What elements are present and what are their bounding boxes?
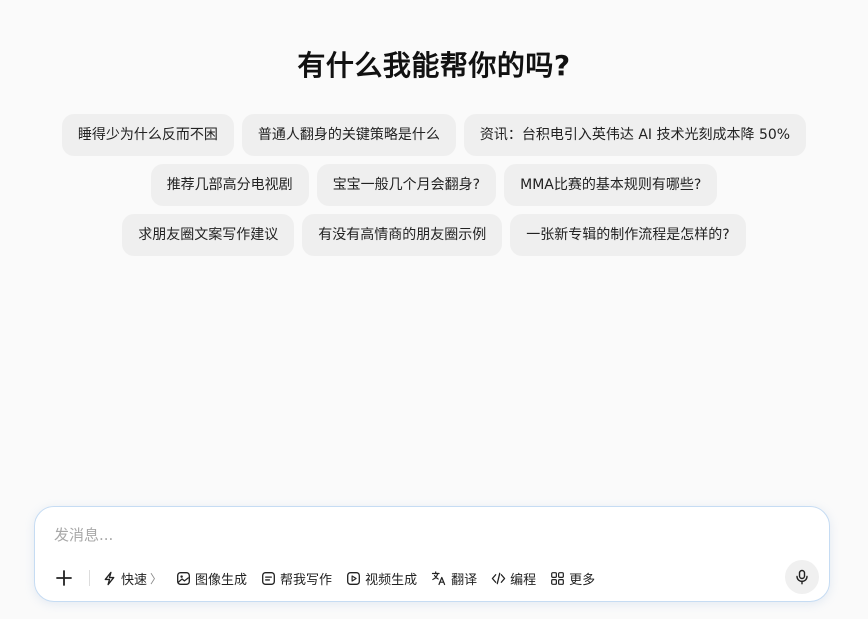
image-generation-button[interactable]: 图像生成: [176, 569, 247, 588]
plus-icon: [56, 570, 72, 586]
writing-assist-button[interactable]: 帮我写作: [261, 569, 332, 588]
suggestion-chip[interactable]: 一张新专辑的制作流程是怎样的?: [510, 214, 746, 256]
coding-button[interactable]: 编程: [491, 569, 536, 588]
chevron-right-icon: 〉: [150, 571, 163, 586]
lightning-icon: [104, 571, 115, 585]
voice-input-button[interactable]: [785, 560, 819, 594]
writing-assist-label: 帮我写作: [280, 572, 333, 588]
translate-button[interactable]: 翻译: [431, 569, 477, 588]
message-composer: 快速 〉 图像生成 帮我写作: [34, 506, 830, 602]
composer-toolbar: 快速 〉 图像生成 帮我写作 视频生成 翻译 编程 更多: [51, 565, 609, 591]
translate-icon: [431, 571, 446, 586]
coding-label: 编程: [510, 572, 537, 588]
video-generation-label: 视频生成: [365, 572, 418, 588]
suggestion-row: 推荐几部高分电视剧 宝宝一般几个月会翻身? MMA比赛的基本规则有哪些?: [0, 164, 868, 206]
image-icon: [177, 571, 190, 585]
suggestion-list: 睡得少为什么反而不困 普通人翻身的关键策略是什么 资讯：台积电引入英伟达 AI …: [0, 114, 868, 264]
suggestion-chip[interactable]: 普通人翻身的关键策略是什么: [241, 114, 456, 156]
grid-icon: [551, 571, 565, 585]
suggestion-row: 求朋友圈文案写作建议 有没有高情商的朋友圈示例 一张新专辑的制作流程是怎样的?: [0, 214, 868, 256]
more-tools-label: 更多: [569, 572, 596, 588]
page-title: 有什么我能帮你的吗?: [297, 49, 571, 82]
suggestion-row: 睡得少为什么反而不困 普通人翻身的关键策略是什么 资讯：台积电引入英伟达 AI …: [0, 114, 868, 156]
quick-mode-label: 快速: [121, 572, 148, 588]
suggestion-chip[interactable]: 推荐几部高分电视剧: [150, 164, 309, 206]
suggestion-chip[interactable]: 睡得少为什么反而不困: [61, 114, 234, 156]
message-input[interactable]: [52, 521, 756, 549]
quick-mode-button[interactable]: 快速 〉: [102, 569, 162, 588]
video-generation-button[interactable]: 视频生成: [346, 569, 417, 588]
code-icon: [491, 572, 506, 584]
document-icon: [262, 571, 276, 585]
suggestion-chip[interactable]: 资讯：台积电引入英伟达 AI 技术光刻成本降 50%: [463, 114, 807, 156]
video-icon: [347, 571, 361, 585]
suggestion-chip[interactable]: 有没有高情商的朋友圈示例: [302, 214, 503, 256]
image-generation-label: 图像生成: [195, 572, 248, 588]
microphone-icon: [796, 569, 808, 585]
more-tools-button[interactable]: 更多: [550, 569, 595, 588]
suggestion-chip[interactable]: 求朋友圈文案写作建议: [122, 214, 295, 256]
suggestion-chip[interactable]: 宝宝一般几个月会翻身?: [316, 164, 497, 206]
chat-home: 有什么我能帮你的吗? 睡得少为什么反而不困 普通人翻身的关键策略是什么 资讯：台…: [0, 0, 868, 619]
add-attachment-button[interactable]: [51, 565, 77, 591]
toolbar-divider: [89, 570, 90, 586]
suggestion-chip[interactable]: MMA比赛的基本规则有哪些?: [504, 164, 718, 206]
translate-label: 翻译: [451, 572, 478, 588]
